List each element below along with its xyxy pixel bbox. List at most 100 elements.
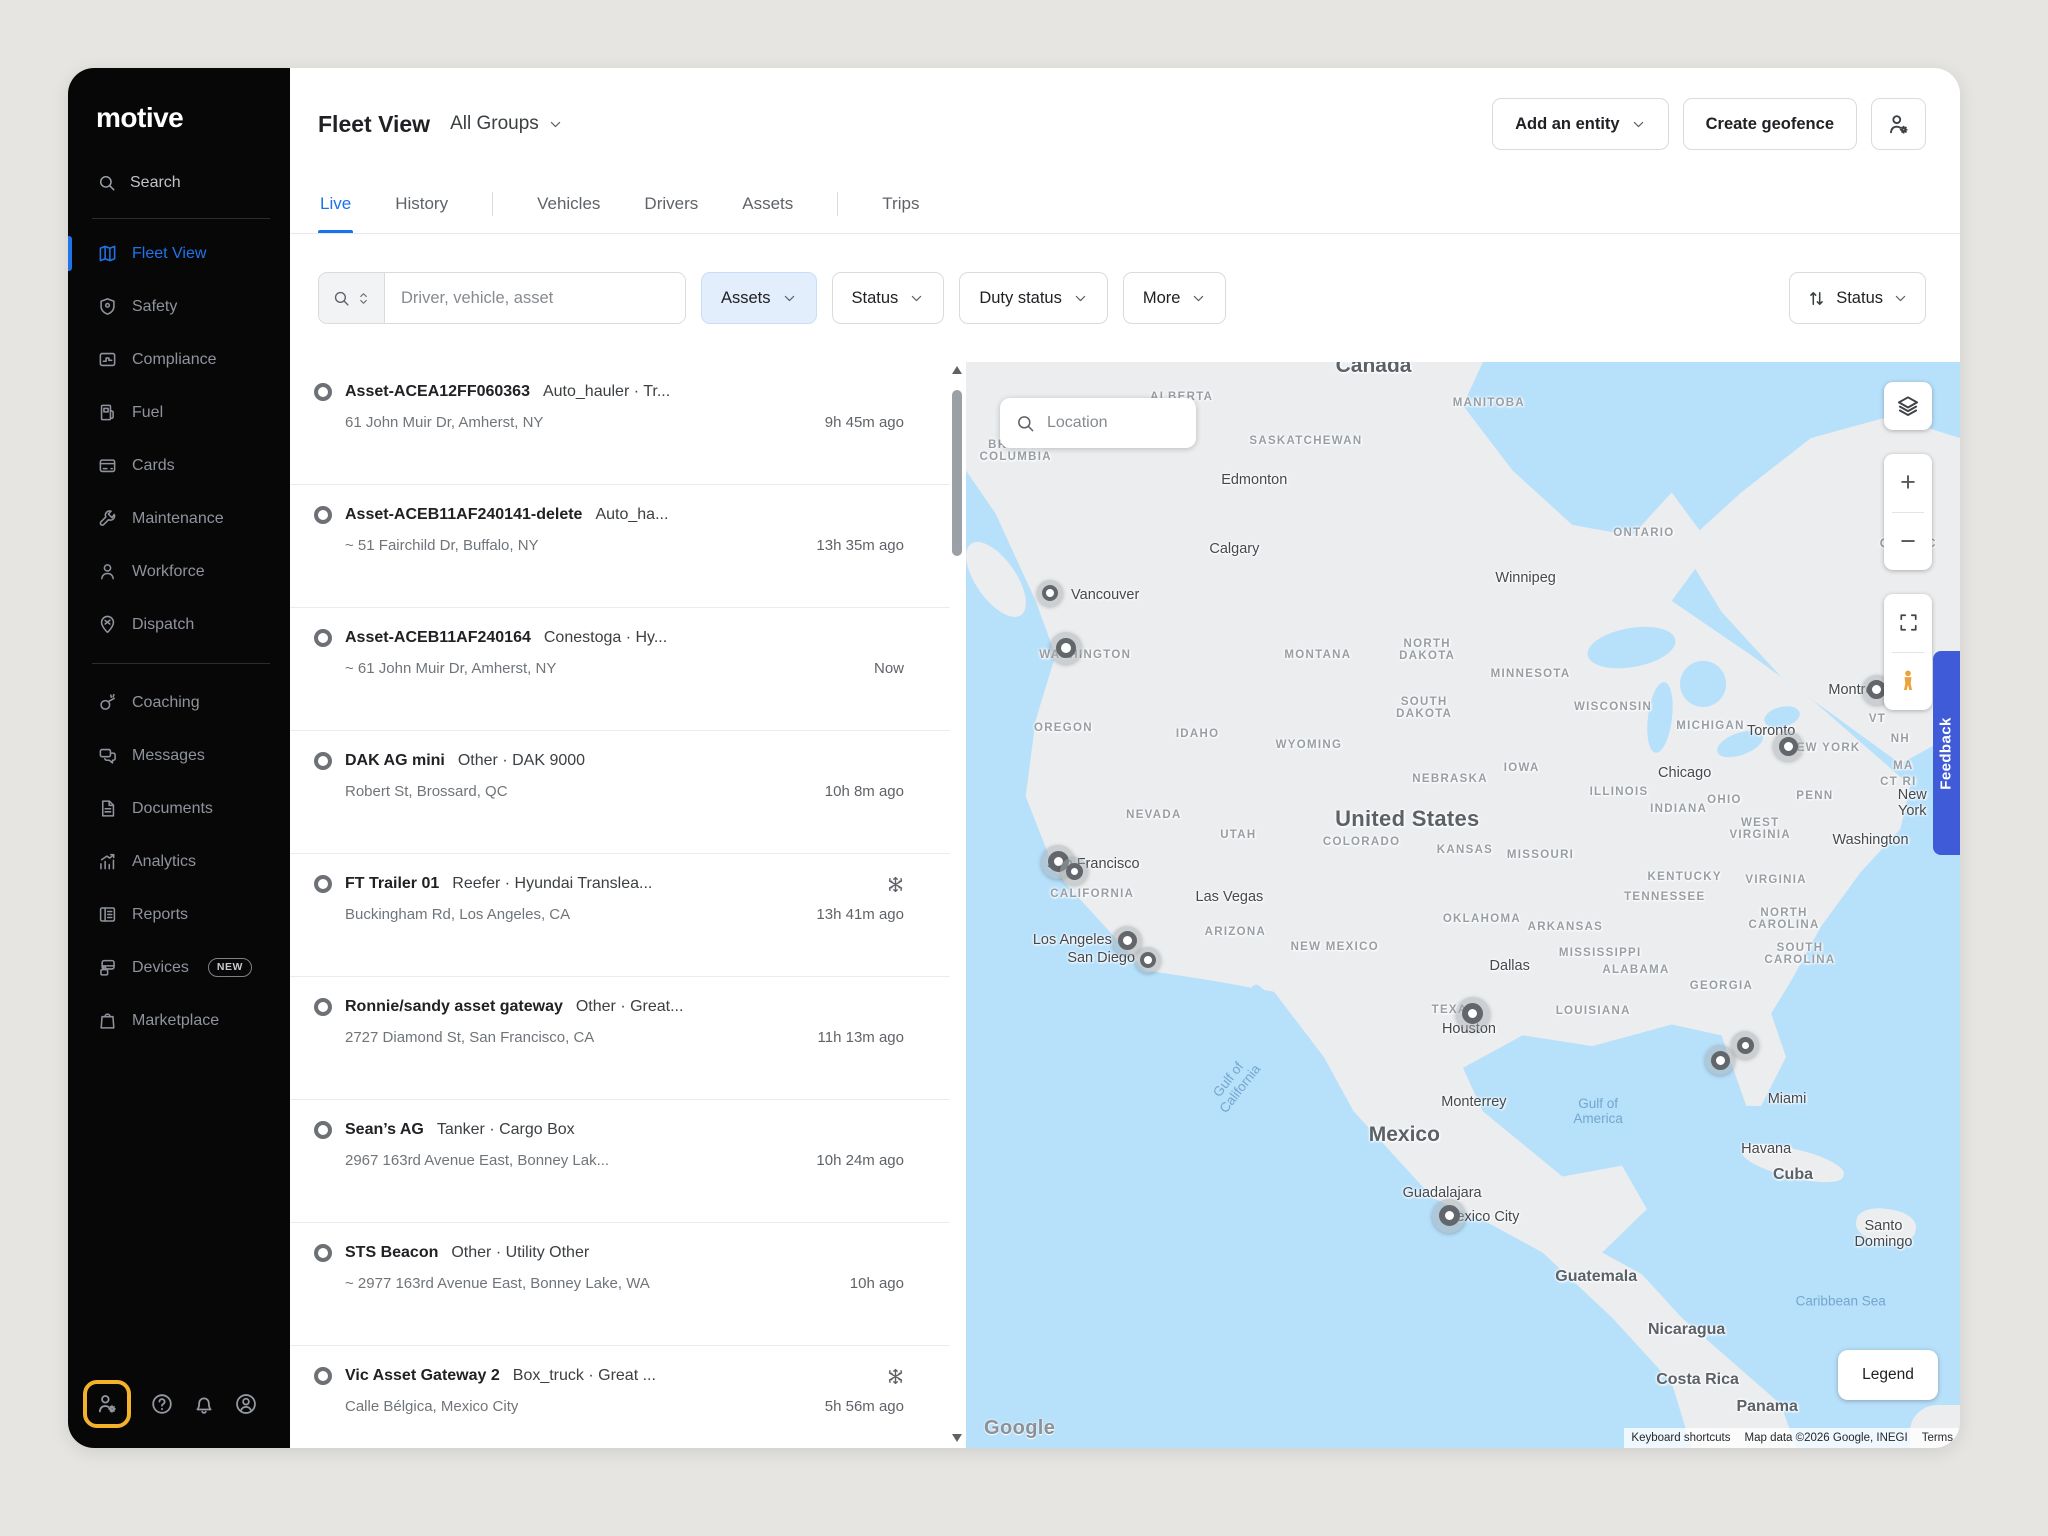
filter-chip-assets[interactable]: Assets	[701, 272, 817, 324]
sort-selector[interactable]: Status	[1789, 272, 1926, 324]
sidebar-item-label: Documents	[132, 800, 213, 818]
notifications-bell-icon[interactable]	[193, 1393, 215, 1415]
sidebar-item-label: Analytics	[132, 853, 196, 871]
reports-icon	[98, 905, 117, 924]
asset-row[interactable]: Sean’s AG Tanker · Cargo Box 2967 163rd …	[290, 1100, 950, 1223]
tab-assets[interactable]: Assets	[742, 174, 793, 233]
map-marker[interactable]	[1135, 947, 1161, 973]
tab[interactable]	[492, 192, 493, 216]
terms-link[interactable]: Terms	[1915, 1428, 1960, 1448]
list-scrollbar[interactable]	[950, 362, 964, 1448]
shield-icon	[98, 297, 117, 316]
admin-settings-highlight[interactable]	[83, 1380, 131, 1428]
keyboard-shortcuts-link[interactable]: Keyboard shortcuts	[1624, 1428, 1737, 1448]
map-marker[interactable]	[1050, 632, 1082, 664]
map-marker[interactable]	[1731, 1031, 1759, 1059]
group-selector[interactable]: All Groups	[450, 113, 563, 135]
asset-row[interactable]: Vic Asset Gateway 2 Box_truck · Great ..…	[290, 1346, 950, 1448]
asset-row[interactable]: Ronnie/sandy asset gateway Other · Great…	[290, 977, 950, 1100]
create-geofence-button[interactable]: Create geofence	[1683, 98, 1857, 150]
map-marker[interactable]	[1060, 857, 1088, 885]
zoom-in-button[interactable]: +	[1884, 454, 1932, 512]
sidebar: motive Search Fleet View Safety Complian…	[68, 68, 290, 1448]
tab-label: Drivers	[644, 194, 698, 214]
asset-row[interactable]: Asset-ACEB11AF240141-delete Auto_ha... ~…	[290, 485, 950, 608]
sidebar-item-safety[interactable]: Safety	[68, 280, 290, 333]
legend-button[interactable]: Legend	[1838, 1350, 1938, 1400]
help-icon[interactable]	[151, 1393, 173, 1415]
pegman-button[interactable]	[1884, 653, 1932, 711]
add-entity-button[interactable]: Add an entity	[1492, 98, 1669, 150]
scroll-down-arrow[interactable]	[952, 1434, 962, 1442]
asset-meta: Box_truck · Great ...	[513, 1367, 866, 1385]
asset-row[interactable]: STS Beacon Other · Utility Other ~ 2977 …	[290, 1223, 950, 1346]
feedback-label: Feedback	[1938, 717, 1955, 789]
sidebar-item-documents[interactable]: Documents	[68, 782, 290, 835]
sidebar-search[interactable]: Search	[98, 174, 290, 192]
sidebar-item-fuel[interactable]: Fuel	[68, 386, 290, 439]
scrollbar-thumb[interactable]	[952, 390, 962, 556]
sidebar-item-dispatch[interactable]: Dispatch	[68, 598, 290, 651]
search-icon	[1016, 414, 1035, 433]
sidebar-item-workforce[interactable]: Workforce	[68, 545, 290, 598]
filter-chip-status[interactable]: Status	[832, 272, 945, 324]
asset-last-updated: 10h ago	[850, 1275, 904, 1292]
sidebar-item-cards[interactable]: Cards	[68, 439, 290, 492]
tab-history[interactable]: History	[395, 174, 448, 233]
manage-users-button[interactable]	[1871, 98, 1926, 150]
filter-chip-more[interactable]: More	[1123, 272, 1227, 324]
sidebar-item-maintenance[interactable]: Maintenance	[68, 492, 290, 545]
tab-trips[interactable]: Trips	[882, 174, 919, 233]
asset-name: STS Beacon	[345, 1244, 438, 1262]
asset-last-updated: 13h 41m ago	[816, 906, 904, 923]
fullscreen-button[interactable]	[1884, 594, 1932, 652]
sidebar-item-coaching[interactable]: Coaching	[68, 676, 290, 729]
map-label: Gulf of California	[1205, 1052, 1264, 1115]
user-gear-icon	[1887, 113, 1910, 136]
sidebar-item-reports[interactable]: Reports	[68, 888, 290, 941]
layers-icon	[1896, 394, 1920, 418]
map-marker[interactable]	[1705, 1045, 1735, 1075]
asset-address: Buckingham Rd, Los Angeles, CA	[345, 906, 570, 923]
user-gear-icon[interactable]	[96, 1393, 118, 1415]
map-location-search	[1000, 398, 1196, 448]
sidebar-item-devices[interactable]: Devices NEW	[68, 941, 290, 994]
analytics-icon	[98, 852, 117, 871]
sidebar-item-fleet-view[interactable]: Fleet View	[68, 227, 290, 280]
asset-row[interactable]: FT Trailer 01 Reefer · Hyundai Translea.…	[290, 854, 950, 977]
map-marker[interactable]	[1456, 997, 1490, 1031]
tab-vehicles[interactable]: Vehicles	[537, 174, 600, 233]
sidebar-item-analytics[interactable]: Analytics	[68, 835, 290, 888]
asset-row[interactable]: DAK AG mini Other · DAK 9000 Robert St, …	[290, 731, 950, 854]
tab-live[interactable]: Live	[320, 174, 351, 233]
map-marker[interactable]	[1773, 731, 1803, 761]
asset-row[interactable]: Asset-ACEA12FF060363 Auto_hauler · Tr...…	[290, 362, 950, 485]
profile-icon[interactable]	[235, 1393, 257, 1415]
map-marker[interactable]	[1037, 580, 1063, 606]
tab-drivers[interactable]: Drivers	[644, 174, 698, 233]
map-layers-button[interactable]	[1884, 382, 1932, 430]
tab[interactable]	[837, 192, 838, 216]
asset-address: Calle Bélgica, Mexico City	[345, 1398, 518, 1415]
asset-row[interactable]: Asset-ACEB11AF240164 Conestoga · Hy... ~…	[290, 608, 950, 731]
map[interactable]: CanadaALBERTAMANITOBABRITISH COLUMBIASAS…	[966, 362, 1960, 1448]
compliance-icon	[98, 350, 117, 369]
location-input[interactable]	[1047, 414, 1167, 432]
sidebar-item-messages[interactable]: Messages	[68, 729, 290, 782]
snowflake-icon	[887, 1368, 904, 1385]
sidebar-item-marketplace[interactable]: Marketplace	[68, 994, 290, 1047]
scroll-up-arrow[interactable]	[952, 366, 962, 374]
chevron-down-icon	[1893, 291, 1908, 306]
filter-chip-duty-status[interactable]: Duty status	[959, 272, 1108, 324]
feedback-tab[interactable]: Feedback	[1933, 651, 1960, 855]
sort-label: Status	[1836, 289, 1883, 308]
sidebar-item-compliance[interactable]: Compliance	[68, 333, 290, 386]
search-input[interactable]	[385, 273, 685, 323]
sidebar-item[interactable]	[92, 663, 270, 664]
search-mode-toggle[interactable]	[319, 273, 385, 323]
map-marker[interactable]	[1432, 1199, 1466, 1233]
asset-status-dot	[314, 629, 332, 647]
zoom-out-button[interactable]: −	[1884, 513, 1932, 571]
asset-last-updated: 13h 35m ago	[816, 537, 904, 554]
sidebar-item-label: Dispatch	[132, 616, 194, 634]
